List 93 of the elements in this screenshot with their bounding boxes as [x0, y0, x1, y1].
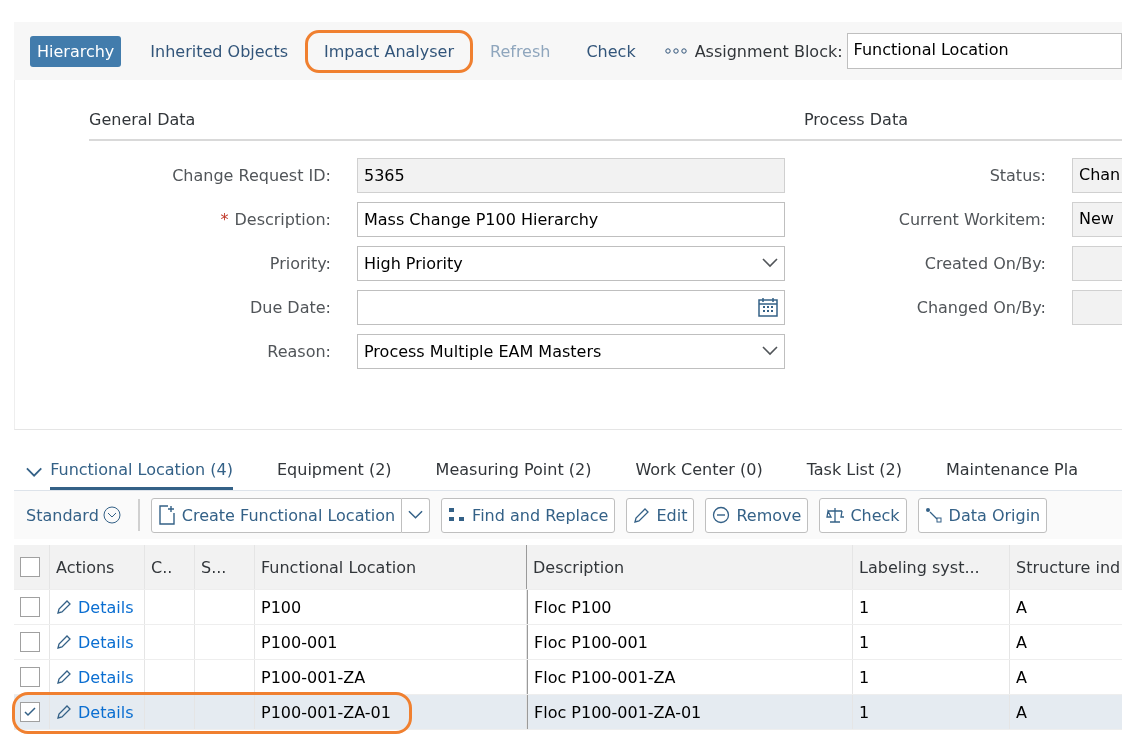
new-document-icon — [157, 505, 176, 525]
toolbar-button[interactable]: Impact Analyser — [317, 35, 461, 67]
table-cell: Floc P100 — [534, 597, 612, 617]
pencil-icon — [56, 634, 72, 650]
toolbar-button[interactable]: Check — [819, 497, 907, 533]
scale-icon — [826, 506, 845, 524]
assignment-block-field[interactable]: Functional Location — [846, 33, 1122, 69]
column-header: Description — [527, 545, 853, 589]
section-title: Process Data — [804, 110, 1122, 141]
field-label: Created On/By: — [923, 253, 1047, 273]
pencil-icon — [56, 599, 72, 615]
toolbar-button[interactable]: Hierarchy — [30, 35, 122, 67]
table-cell: P100-001 — [261, 632, 338, 652]
required-mark: * — [220, 209, 229, 229]
column-header: C.. — [145, 545, 195, 589]
dropdown-icon — [762, 258, 778, 268]
connection-icon — [924, 506, 943, 524]
tab[interactable]: Task List (2) — [806, 460, 902, 490]
table-cell: Floc P100-001-ZA — [534, 667, 676, 687]
checkbox[interactable] — [20, 632, 40, 652]
select-field[interactable]: Process Multiple EAM Masters — [357, 333, 785, 369]
table-cell: A — [1016, 632, 1027, 652]
input-field[interactable]: New — [1072, 201, 1122, 237]
toolbar-button[interactable]: Find and Replace — [441, 497, 616, 533]
checkbox[interactable] — [20, 557, 40, 577]
column-header: Actions — [50, 545, 145, 589]
toolbar-button[interactable]: Edit — [626, 497, 695, 533]
tab[interactable]: Measuring Point (2) — [435, 460, 592, 490]
table-cell: 1 — [859, 632, 870, 652]
table-cell: P100 — [261, 597, 302, 617]
toolbar-button[interactable]: Remove — [705, 497, 809, 533]
field-label: Reason: — [266, 341, 332, 361]
input-field[interactable] — [1072, 245, 1122, 281]
details-link[interactable]: Details — [56, 632, 134, 652]
checkmark-icon — [24, 707, 36, 717]
date-field[interactable] — [357, 289, 785, 325]
input-field[interactable] — [1072, 289, 1122, 325]
table-cell: P100-001-ZA-01 — [261, 702, 391, 722]
input-field[interactable]: Mass Change P100 Hierarchy — [357, 201, 785, 237]
dropdown-circle-icon — [102, 506, 121, 524]
toolbar-button[interactable]: Data Origin — [917, 497, 1048, 533]
hierarchy-icon — [448, 507, 467, 523]
more-icon — [664, 47, 687, 55]
tab[interactable]: Equipment (2) — [277, 460, 392, 490]
dropdown-icon — [408, 510, 424, 520]
minus-circle-icon — [712, 506, 731, 524]
field-label: Current Workitem: — [897, 209, 1047, 229]
column-header: Structure ind — [1010, 545, 1122, 589]
table-cell: P100-001-ZA — [261, 667, 366, 687]
field-label: Priority: — [268, 253, 332, 273]
variant-selector[interactable]: Standard — [26, 505, 121, 525]
table-cell: A — [1016, 702, 1027, 722]
details-link[interactable]: Details — [56, 667, 134, 687]
table-cell: 1 — [859, 702, 870, 722]
input-field[interactable]: Chan — [1072, 157, 1122, 193]
dropdown-icon — [762, 346, 778, 356]
checkbox[interactable] — [20, 667, 40, 687]
calendar-icon — [758, 297, 778, 317]
table-cell: A — [1016, 597, 1027, 617]
table-cell: A — [1016, 667, 1027, 687]
assignment-block-label: Assignment Block: — [694, 41, 843, 61]
section-title: General Data — [89, 110, 804, 141]
field-label: Status: — [988, 165, 1047, 185]
table-cell: Floc P100-001-ZA-01 — [534, 702, 702, 722]
table-row[interactable]: Details P100 Floc P100 1 A — [14, 590, 1122, 625]
collapse-icon[interactable] — [26, 467, 43, 478]
column-header: S... — [195, 545, 255, 589]
toolbar-button[interactable]: Inherited Objects — [143, 35, 295, 67]
select-field[interactable]: High Priority — [357, 245, 785, 281]
dropdown-button[interactable] — [402, 497, 431, 533]
pencil-icon — [633, 506, 651, 524]
toolbar-button[interactable]: Create Functional Location — [150, 497, 403, 533]
details-link[interactable]: Details — [56, 597, 134, 617]
tab[interactable]: Work Center (0) — [635, 460, 763, 490]
table-cell: 1 — [859, 667, 870, 687]
pencil-icon — [56, 704, 72, 720]
input-field[interactable]: 5365 — [357, 157, 785, 193]
table-cell: 1 — [859, 597, 870, 617]
field-label: * Description: — [219, 209, 332, 229]
column-header: Functional Location — [255, 545, 527, 589]
field-label: Change Request ID: — [171, 165, 332, 185]
checkbox[interactable] — [20, 702, 40, 722]
checkbox[interactable] — [20, 597, 40, 617]
toolbar-button[interactable]: Check — [579, 35, 643, 67]
table-row[interactable]: Details P100-001-ZA Floc P100-001-ZA 1 A — [14, 660, 1122, 695]
field-label: Changed On/By: — [915, 297, 1047, 317]
pencil-icon — [56, 669, 72, 685]
column-header: Labeling syst... — [853, 545, 1010, 589]
table-row[interactable]: Details P100-001 Floc P100-001 1 A — [14, 625, 1122, 660]
details-link[interactable]: Details — [56, 702, 134, 722]
field-label: Due Date: — [248, 297, 332, 317]
tab[interactable]: Maintenance Pla — [945, 460, 1078, 490]
table-cell: Floc P100-001 — [534, 632, 648, 652]
